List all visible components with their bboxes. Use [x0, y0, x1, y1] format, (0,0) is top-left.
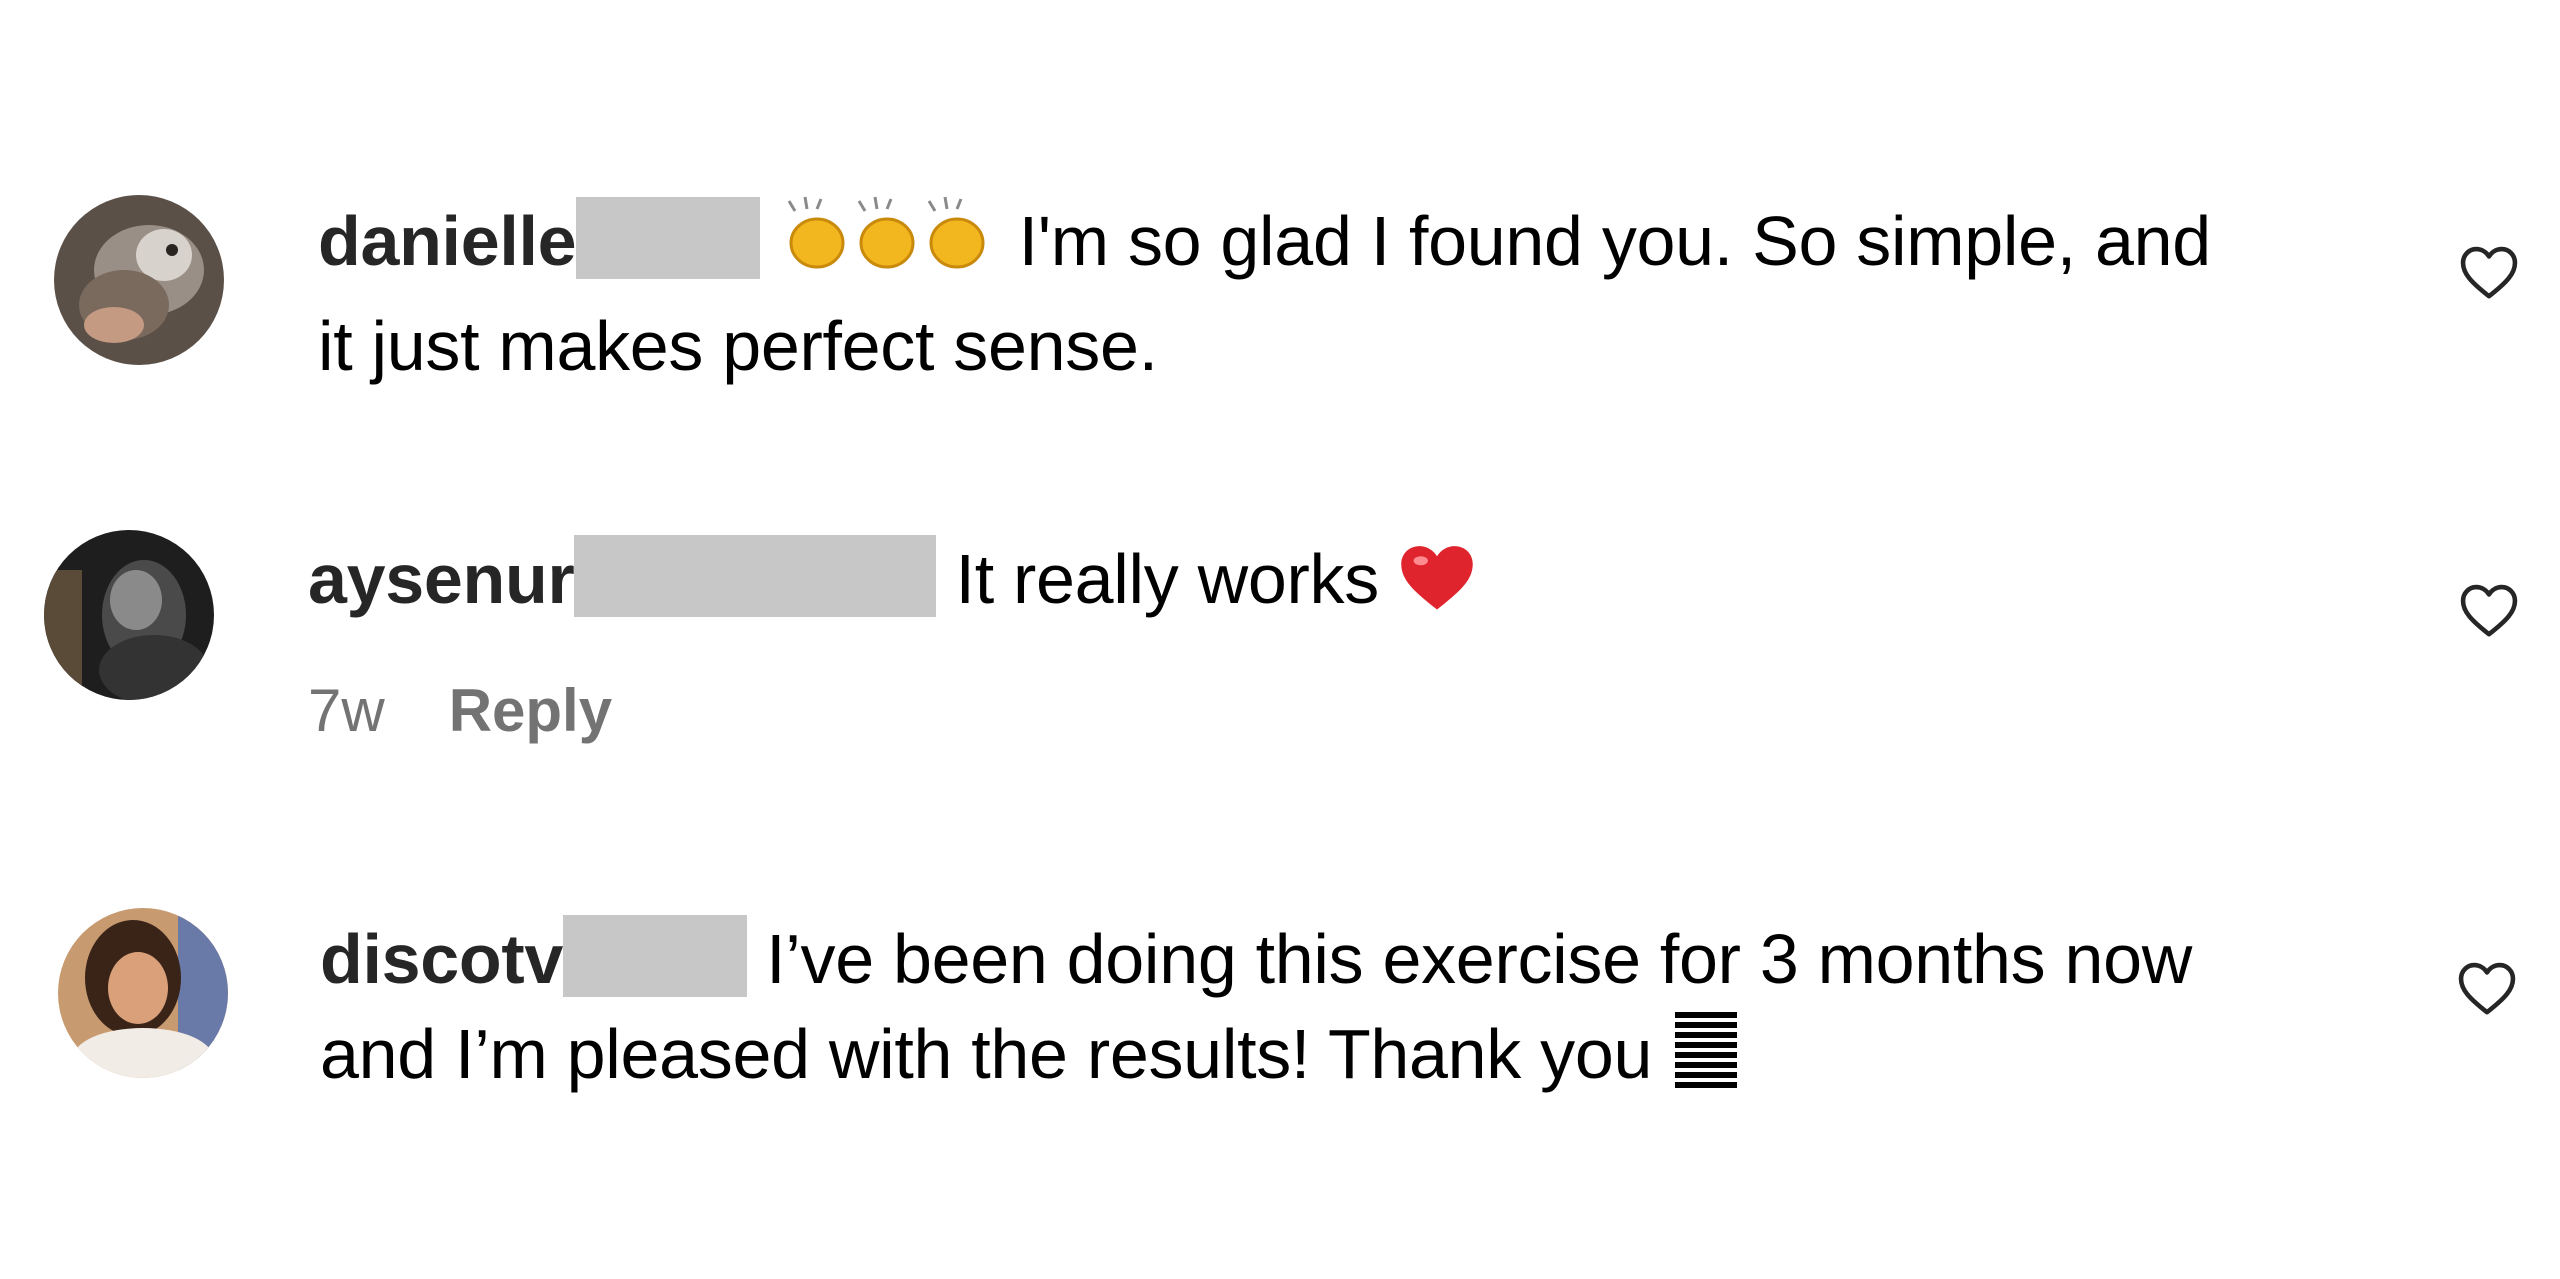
heart-outline-icon[interactable]	[2458, 244, 2520, 300]
clapping-hands-icon	[779, 195, 999, 299]
avatar[interactable]	[44, 530, 214, 700]
reply-button[interactable]: Reply	[449, 677, 612, 744]
comment-body: I’ve been doing this exercise for 3 mont…	[766, 920, 2193, 998]
red-heart-icon	[1398, 541, 1476, 637]
heart-outline-icon[interactable]	[2458, 582, 2520, 638]
comment-username[interactable]: discotv	[320, 920, 563, 998]
comment-text: aysenur It really works	[308, 532, 1476, 637]
comment-body: it just makes perfect sense.	[318, 307, 1158, 385]
comment-username[interactable]: danielle	[318, 202, 577, 280]
avatar[interactable]	[54, 195, 224, 365]
comment-text: danielle I'm so glad I found you. So sim…	[318, 194, 2211, 394]
comment-body: and I’m pleased with the results! Thank …	[320, 1015, 1653, 1093]
redaction-box	[562, 915, 747, 997]
redaction-box	[574, 535, 937, 617]
unrendered-glyph-icon	[1671, 1010, 1741, 1112]
comment-timestamp: 7w	[308, 677, 385, 744]
redaction-box	[576, 197, 761, 279]
comment-body: I'm so glad I found you. So simple, and	[1018, 202, 2212, 280]
comment-body: It really works	[955, 540, 1380, 618]
comment-username[interactable]: aysenur	[308, 540, 575, 618]
heart-outline-icon[interactable]	[2456, 960, 2518, 1016]
comment-text: discotv I’ve been doing this exercise fo…	[320, 912, 2192, 1112]
avatar[interactable]	[58, 908, 228, 1078]
comment-meta: 7w Reply	[308, 676, 612, 745]
